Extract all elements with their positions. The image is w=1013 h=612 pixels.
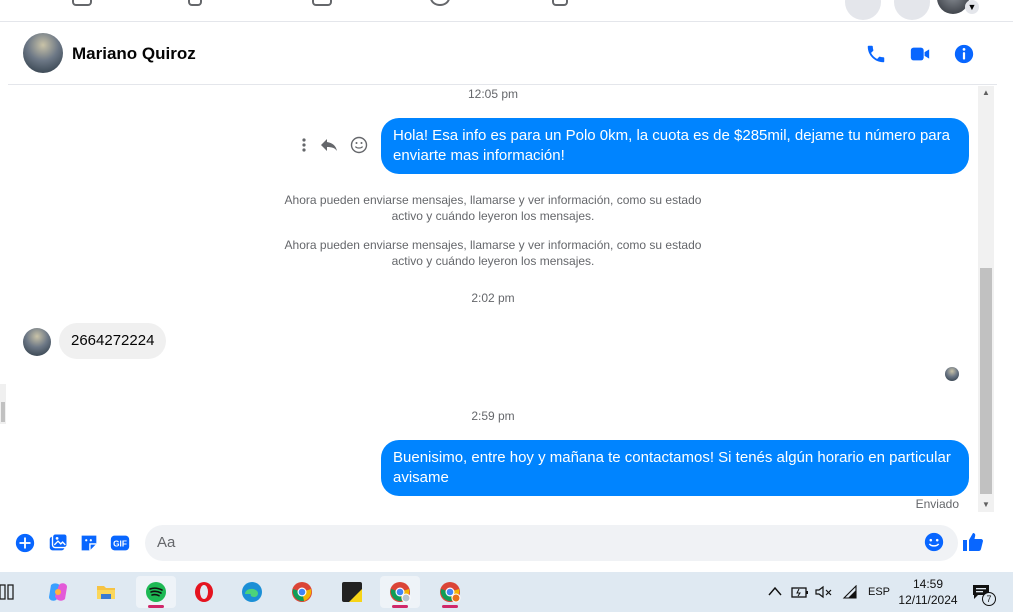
menu-grid-icon[interactable] [845,0,881,20]
groups-icon[interactable] [430,0,450,6]
opera-icon[interactable] [184,576,224,608]
system-notice: Ahora pueden enviarse mensajes, llamarse… [284,193,702,223]
contact-name[interactable]: Mariano Quiroz [72,44,196,64]
wifi-icon[interactable] [842,585,858,599]
file-explorer-icon[interactable] [86,576,126,608]
video-icon[interactable] [188,0,202,6]
phone-call-icon[interactable] [865,43,887,65]
home-icon[interactable] [72,0,92,6]
more-options-icon[interactable] [300,137,308,158]
page-scrollbar[interactable] [0,384,6,424]
sticky-notes-icon[interactable] [332,576,372,608]
clock-time: 14:59 [912,577,944,591]
message-thread[interactable]: 12:05 pm Hola! Esa info es para un Polo … [8,86,997,518]
volume-muted-icon[interactable] [815,585,833,599]
message-status: Enviado [915,497,959,511]
conversation-header: Mariano Quiroz [8,23,997,85]
message-composer: GIF Aa [8,520,997,570]
edge-icon[interactable] [232,576,272,608]
info-icon[interactable] [953,43,975,65]
reply-icon[interactable] [320,137,338,158]
scroll-up-arrow[interactable]: ▲ [978,86,994,100]
notifications-icon[interactable] [894,0,930,20]
timestamp: 2:59 pm [471,409,515,423]
like-thumbs-up-icon[interactable] [961,530,985,554]
task-view-icon[interactable] [0,584,14,600]
add-plus-icon[interactable] [14,532,36,554]
chrome-profile-icon[interactable] [380,576,420,608]
clock[interactable]: 14:59 12/11/2024 [895,576,961,608]
top-navigation-strip: ▼ [0,0,1013,22]
spotify-icon[interactable] [136,576,176,608]
chrome-icon[interactable] [282,576,322,608]
chat-scrollbar[interactable]: ▲ ▼ [978,86,994,512]
react-emoji-icon[interactable] [350,136,368,159]
clock-date: 12/11/2024 [898,593,958,607]
notification-count-badge: 7 [982,592,996,606]
scrollbar-thumb[interactable] [980,268,992,494]
windows-taskbar: ESP 14:59 12/11/2024 7 [0,572,1013,612]
gif-icon[interactable]: GIF [109,532,131,554]
contact-avatar[interactable] [23,33,63,73]
message-input[interactable]: Aa [145,525,958,561]
battery-icon[interactable] [791,585,809,599]
marketplace-icon[interactable] [312,0,332,6]
sticker-icon[interactable] [78,532,100,554]
incoming-message[interactable]: 2664272224 [59,323,167,359]
emoji-icon[interactable] [923,531,945,553]
chevron-down-icon[interactable]: ▼ [965,0,979,14]
scroll-down-arrow[interactable]: ▼ [978,498,994,512]
gaming-icon[interactable] [552,0,568,6]
timestamp: 2:02 pm [471,291,515,305]
message-actions [300,136,368,159]
outgoing-message[interactable]: Hola! Esa info es para un Polo 0km, la c… [381,118,969,174]
contact-avatar-small[interactable] [23,328,51,356]
seen-indicator-avatar [945,367,959,381]
photo-icon[interactable] [47,532,69,554]
video-call-icon[interactable] [909,43,931,65]
chevron-up-icon[interactable] [768,586,782,596]
system-notice: Ahora pueden enviarse mensajes, llamarse… [284,238,702,268]
timestamp: 12:05 pm [467,87,519,101]
svg-text:GIF: GIF [113,540,127,549]
copilot-icon[interactable] [38,576,78,608]
chrome-profile-2-icon[interactable] [430,576,470,608]
outgoing-message[interactable]: Buenisimo, entre hoy y mañana te contact… [381,440,969,496]
language-indicator[interactable]: ESP [868,572,890,612]
